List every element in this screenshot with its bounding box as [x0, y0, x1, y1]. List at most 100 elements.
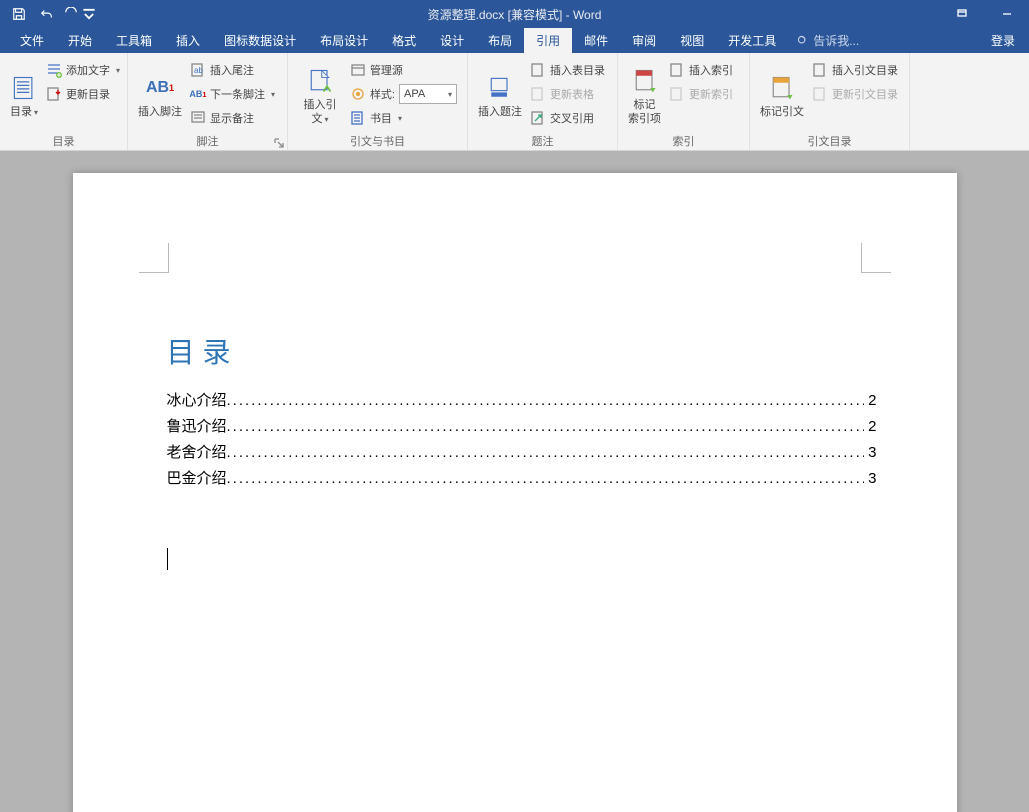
manage-sources-button[interactable]: 管理源 [346, 59, 461, 81]
toc-button[interactable]: 目录▾ [6, 57, 42, 136]
toc-entry-text: 老舍介绍 [167, 441, 227, 462]
text-cursor [167, 548, 168, 570]
insert-caption-label: 插入题注 [478, 106, 522, 119]
next-footnote-icon: AB1 [190, 86, 206, 102]
update-index-button: 更新索引 [665, 83, 737, 105]
mark-index-entry-button[interactable]: 标记索引项 [624, 57, 665, 136]
insert-endnote-label: 插入尾注 [210, 62, 254, 78]
ribbon-display-options[interactable] [939, 0, 984, 28]
insert-endnote-button[interactable]: ab 插入尾注 [186, 59, 279, 81]
tab-format[interactable]: 格式 [380, 28, 428, 53]
update-toa-button: 更新引文目录 [808, 83, 902, 105]
tof-label: 插入表目录 [550, 62, 605, 78]
toc-entry-page: 3 [864, 470, 876, 487]
add-text-icon [46, 62, 62, 78]
tab-home[interactable]: 开始 [56, 28, 104, 53]
update-toa-label: 更新引文目录 [832, 86, 898, 102]
tab-references[interactable]: 引用 [524, 28, 572, 53]
insert-index-button[interactable]: 插入索引 [665, 59, 737, 81]
qat-customize[interactable] [82, 2, 96, 26]
cross-ref-button[interactable]: 交叉引用 [526, 107, 609, 129]
bibliography-label: 书目 [370, 110, 392, 126]
toc-icon [10, 74, 38, 102]
update-toc-button[interactable]: 更新目录 [42, 83, 124, 105]
mark-index-icon [631, 67, 659, 95]
mark-citation-button[interactable]: 标记引文 [756, 57, 808, 136]
next-footnote-button[interactable]: AB1 下一条脚注▾ [186, 83, 279, 105]
insert-tof-button[interactable]: 插入表目录 [526, 59, 609, 81]
tab-developer[interactable]: 开发工具 [716, 28, 788, 53]
insert-toa-icon [812, 62, 828, 78]
update-toc-icon [46, 86, 62, 102]
tab-insert[interactable]: 插入 [164, 28, 212, 53]
update-tables-label: 更新表格 [550, 86, 594, 102]
citation-icon [306, 67, 334, 95]
toc-entry-text: 冰心介绍 [167, 389, 227, 410]
save-button[interactable] [6, 2, 32, 26]
show-notes-button[interactable]: 显示备注 [186, 107, 279, 129]
minimize-button[interactable] [984, 0, 1029, 28]
group-captions-label: 题注 [468, 133, 617, 149]
window-title: 资源整理.docx [兼容模式] - Word [428, 6, 602, 23]
insert-footnote-label: 插入脚注 [138, 106, 182, 119]
update-toc-label: 更新目录 [66, 86, 110, 102]
toc-entry[interactable]: 老舍介绍 3 [167, 441, 877, 462]
toc-entry-page: 3 [864, 444, 876, 461]
undo-button[interactable] [34, 2, 60, 26]
tab-design[interactable]: 设计 [428, 28, 476, 53]
tell-me-label: 告诉我... [813, 32, 859, 49]
toc-leader [227, 392, 865, 409]
insert-footnote-button[interactable]: AB1 插入脚注 [134, 57, 186, 136]
tab-icon-data-design[interactable]: 图标数据设计 [212, 28, 308, 53]
style-label: 样式: [370, 86, 395, 102]
tab-toolbox[interactable]: 工具箱 [104, 28, 164, 53]
add-text-button[interactable]: 添加文字▾ [42, 59, 124, 81]
group-citations-label: 引文与书目 [288, 133, 467, 149]
insert-toa-button[interactable]: 插入引文目录 [808, 59, 902, 81]
tab-view[interactable]: 视图 [668, 28, 716, 53]
document-area[interactable]: 目录 冰心介绍2 鲁迅介绍 2 老舍介绍 3 巴金介绍 3 [0, 151, 1029, 812]
group-footnotes-label: 脚注 [128, 133, 287, 149]
update-tables-icon [530, 86, 546, 102]
cross-ref-icon [530, 110, 546, 126]
style-icon [350, 86, 366, 102]
toc-entry[interactable]: 巴金介绍 3 [167, 467, 877, 488]
citation-style-select[interactable]: 样式: APA▾ [346, 83, 461, 105]
insert-index-label: 插入索引 [689, 62, 733, 78]
toc-entry[interactable]: 鲁迅介绍 2 [167, 415, 877, 436]
show-notes-label: 显示备注 [210, 110, 254, 126]
insert-toa-label: 插入引文目录 [832, 62, 898, 78]
tab-file[interactable]: 文件 [8, 28, 56, 53]
endnote-icon: ab [190, 62, 206, 78]
add-text-label: 添加文字 [66, 62, 110, 78]
tab-review[interactable]: 审阅 [620, 28, 668, 53]
toc-entry-page: 2 [864, 418, 876, 435]
login-button[interactable]: 登录 [977, 28, 1029, 53]
redo-button[interactable] [62, 2, 80, 26]
tab-layout[interactable]: 布局 [476, 28, 524, 53]
group-authorities-label: 引文目录 [750, 133, 909, 149]
cross-ref-label: 交叉引用 [550, 110, 594, 126]
insert-caption-button[interactable]: 插入题注 [474, 57, 526, 136]
insert-citation-label: 插入引文 [303, 99, 336, 124]
tab-layout-design[interactable]: 布局设计 [308, 28, 380, 53]
page[interactable]: 目录 冰心介绍2 鲁迅介绍 2 老舍介绍 3 巴金介绍 3 [73, 173, 957, 812]
toc-leader [227, 470, 865, 487]
toc-heading[interactable]: 目录 [167, 331, 877, 371]
toc-entry-text: 鲁迅介绍 [167, 415, 227, 436]
insert-citation-button[interactable]: 插入引文▾ [294, 57, 346, 136]
toc-entry[interactable]: 冰心介绍2 [167, 389, 877, 410]
show-notes-icon [190, 110, 206, 126]
tab-mailings[interactable]: 邮件 [572, 28, 620, 53]
update-toa-icon [812, 86, 828, 102]
insert-index-icon [669, 62, 685, 78]
crop-mark-tr [861, 243, 891, 273]
mark-citation-icon [768, 74, 796, 102]
toc-entry-text: 巴金介绍 [167, 467, 227, 488]
footnotes-launcher[interactable] [274, 138, 284, 148]
tof-icon [530, 62, 546, 78]
tell-me-search[interactable]: 告诉我... [788, 28, 859, 53]
bibliography-button[interactable]: 书目▾ [346, 107, 461, 129]
caption-icon [486, 74, 514, 102]
manage-sources-icon [350, 62, 366, 78]
